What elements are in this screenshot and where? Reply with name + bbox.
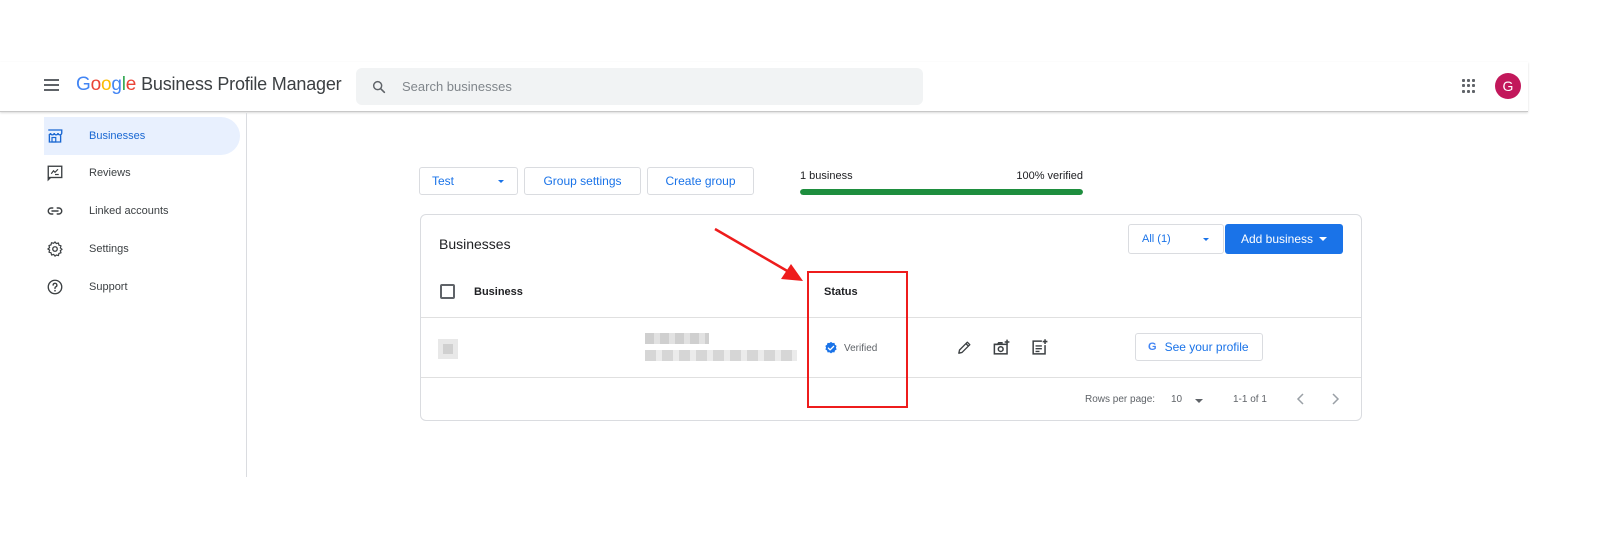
logo-letter: e bbox=[125, 74, 137, 95]
help-icon bbox=[44, 278, 89, 296]
menu-icon[interactable] bbox=[44, 74, 66, 96]
gear-icon bbox=[44, 240, 89, 258]
card-title: Businesses bbox=[439, 236, 511, 252]
app-logo[interactable]: Google Business Profile Manager bbox=[76, 74, 342, 96]
select-all-checkbox[interactable] bbox=[440, 284, 455, 299]
verification-progress-bar bbox=[800, 189, 1083, 195]
business-thumbnail bbox=[438, 339, 458, 359]
sidebar-item-label: Support bbox=[89, 281, 128, 293]
search-icon[interactable] bbox=[356, 79, 402, 95]
add-photo-icon[interactable] bbox=[991, 337, 1011, 357]
caret-down-icon bbox=[1319, 237, 1328, 241]
add-post-icon[interactable] bbox=[1029, 337, 1049, 357]
group-select[interactable]: Test bbox=[419, 167, 518, 195]
search-input[interactable] bbox=[402, 79, 882, 94]
sidebar-item-label: Linked accounts bbox=[89, 205, 169, 217]
avatar[interactable]: G bbox=[1495, 73, 1521, 99]
annotation-highlight-box bbox=[807, 271, 908, 408]
sidebar-item-support[interactable]: Support bbox=[44, 268, 240, 306]
progress-fill bbox=[800, 189, 1083, 195]
group-select-value: Test bbox=[432, 174, 455, 188]
google-wordmark: Google bbox=[76, 74, 136, 96]
redacted-business-name bbox=[645, 333, 709, 344]
logo-letter: o bbox=[90, 74, 102, 95]
sidebar-item-label: Businesses bbox=[89, 130, 146, 142]
caret-down-icon[interactable] bbox=[1195, 399, 1203, 403]
pagination-range: 1-1 of 1 bbox=[1233, 394, 1267, 405]
next-page-icon[interactable] bbox=[1327, 391, 1343, 407]
product-name: Business Profile Manager bbox=[141, 74, 342, 94]
add-business-label: Add business bbox=[1240, 232, 1314, 246]
sidebar: Businesses Reviews Linked accounts Setti… bbox=[0, 113, 247, 477]
storefront-icon bbox=[44, 127, 89, 145]
sidebar-item-label: Reviews bbox=[89, 167, 131, 179]
verification-stats: 1 business 100% verified bbox=[800, 170, 1083, 195]
see-your-profile-label: See your profile bbox=[1164, 340, 1249, 354]
search-bar[interactable] bbox=[356, 68, 923, 105]
verified-percent: 100% verified bbox=[1016, 170, 1083, 182]
caret-down-icon bbox=[1203, 238, 1209, 241]
link-icon bbox=[44, 202, 89, 220]
google-g-icon: G bbox=[1148, 341, 1157, 353]
redacted-business-address bbox=[645, 350, 797, 361]
add-business-button[interactable]: Add business bbox=[1225, 224, 1343, 254]
logo-letter: G bbox=[76, 74, 91, 95]
see-your-profile-button[interactable]: G See your profile bbox=[1135, 333, 1263, 361]
edit-icon[interactable] bbox=[954, 337, 974, 357]
business-count: 1 business bbox=[800, 170, 853, 182]
group-settings-button[interactable]: Group settings bbox=[524, 167, 641, 195]
sidebar-item-label: Settings bbox=[89, 243, 129, 255]
apps-grid-icon[interactable] bbox=[1462, 79, 1476, 93]
rows-per-page-label: Rows per page: bbox=[1085, 394, 1156, 405]
caret-down-icon bbox=[498, 180, 504, 183]
sidebar-item-businesses[interactable]: Businesses bbox=[44, 117, 240, 155]
logo-letter: g bbox=[111, 74, 122, 95]
sidebar-item-reviews[interactable]: Reviews bbox=[44, 154, 240, 192]
column-header-business[interactable]: Business bbox=[474, 286, 523, 298]
create-group-button[interactable]: Create group bbox=[647, 167, 754, 195]
filter-select[interactable]: All (1) bbox=[1128, 224, 1224, 254]
sidebar-item-settings[interactable]: Settings bbox=[44, 230, 240, 268]
top-app-bar: Google Business Profile Manager G bbox=[0, 62, 1528, 112]
logo-letter: o bbox=[100, 74, 112, 95]
rows-per-page-select[interactable]: 10 bbox=[1171, 394, 1182, 405]
filter-select-value: All (1) bbox=[1142, 233, 1171, 245]
previous-page-icon[interactable] bbox=[1293, 391, 1309, 407]
sidebar-item-linked-accounts[interactable]: Linked accounts bbox=[44, 192, 240, 230]
reviews-icon bbox=[44, 164, 89, 182]
